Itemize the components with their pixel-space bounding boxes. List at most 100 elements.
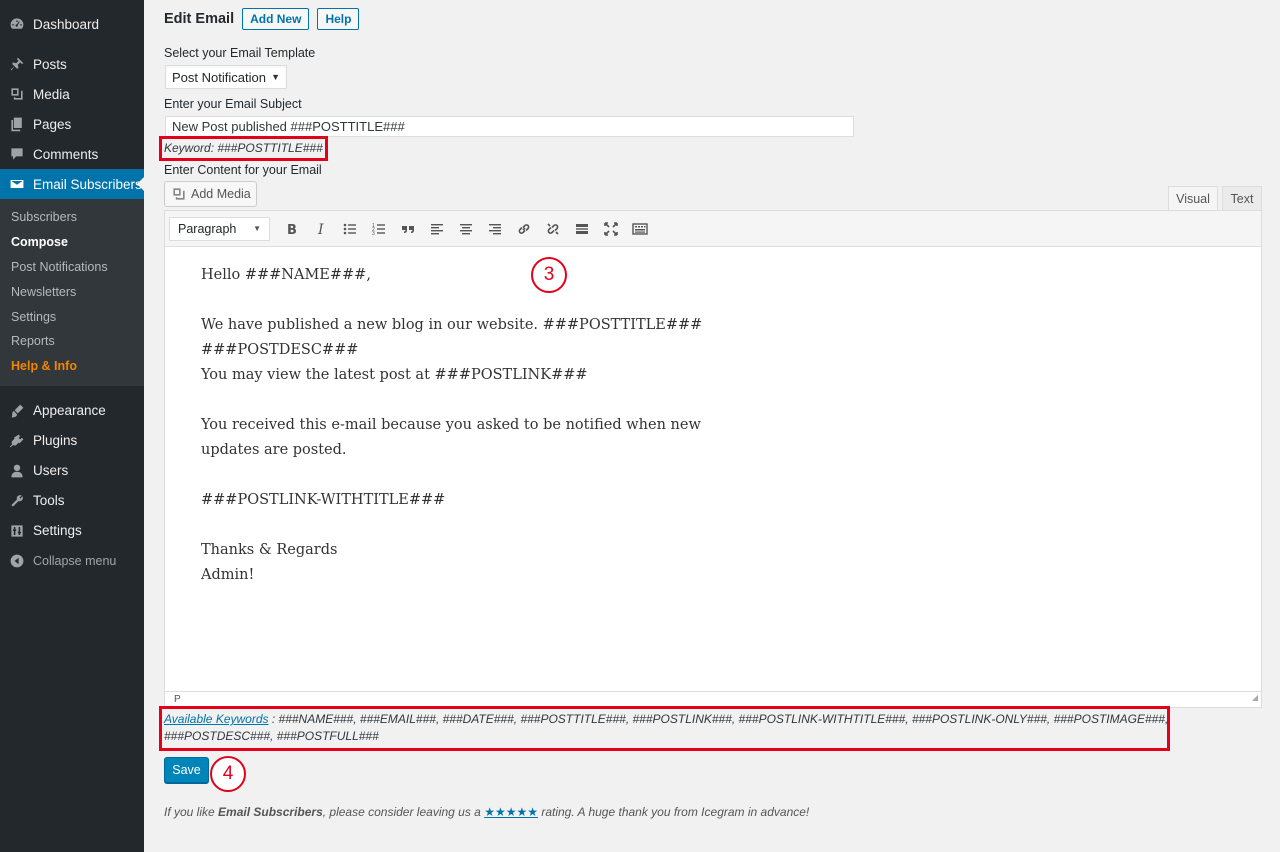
tab-text[interactable]: Text <box>1222 186 1262 211</box>
align-left-icon <box>430 223 443 234</box>
menu-item-dashboard[interactable]: Dashboard <box>0 9 144 39</box>
plugin-icon <box>8 432 26 450</box>
align-left-button[interactable] <box>422 215 451 243</box>
menu-item-posts[interactable]: Posts <box>0 49 144 79</box>
add-new-button[interactable]: Add New <box>242 8 310 30</box>
bulleted-list-button[interactable] <box>335 215 364 243</box>
quote-icon <box>401 225 414 233</box>
template-label: Select your Email Template <box>164 46 316 60</box>
read-more-icon <box>575 223 588 234</box>
submenu-help-info[interactable]: Help & Info <box>0 354 144 379</box>
remove-link-button[interactable] <box>538 215 567 243</box>
italic-icon: I <box>317 222 324 237</box>
format-select[interactable]: Paragraph ▼ <box>169 216 270 241</box>
fullscreen-button[interactable] <box>596 215 625 243</box>
content-line <box>201 513 702 538</box>
menu-item-email-subscribers[interactable]: Email Subscribers <box>0 169 144 199</box>
admin-sidebar: Dashboard Posts Media Pages Comments Ema… <box>0 0 144 852</box>
editor-statusbar: P ◢ <box>165 691 1261 707</box>
chevron-down-icon: ▼ <box>253 224 261 233</box>
menu-item-plugins[interactable]: Plugins <box>0 426 144 456</box>
annotation-marker-3: 3 <box>531 257 567 293</box>
content-line: You received this e-mail because you ask… <box>201 417 701 433</box>
comment-icon <box>8 145 26 163</box>
subject-label: Enter your Email Subject <box>164 97 302 111</box>
menu-label: Comments <box>33 146 99 162</box>
keywords-list-continued: ###POSTDESC###, ###POSTFULL### <box>164 729 379 743</box>
tab-visual[interactable]: Visual <box>1168 186 1218 211</box>
content-line: Hello ###NAME###, <box>201 267 371 283</box>
italic-button[interactable]: I <box>306 215 335 243</box>
add-media-button[interactable]: Add Media <box>164 181 257 207</box>
menu-label: Pages <box>33 116 72 132</box>
footer-plugin-name: Email Subscribers <box>218 805 323 819</box>
menu-item-media[interactable]: Media <box>0 79 144 109</box>
resize-handle-icon[interactable]: ◢ <box>1252 690 1258 705</box>
menu-label: Plugins <box>33 433 78 449</box>
content-line <box>201 463 702 488</box>
align-center-button[interactable] <box>451 215 480 243</box>
submenu-post-notifications[interactable]: Post Notifications <box>0 255 144 280</box>
unlink-icon <box>546 222 559 235</box>
rating-stars-link[interactable]: ★★★★★ <box>484 805 538 819</box>
menu-item-appearance[interactable]: Appearance <box>0 396 144 426</box>
bulleted-list-icon <box>343 223 356 234</box>
submenu-subscribers[interactable]: Subscribers <box>0 205 144 230</box>
content-editor[interactable]: Paragraph ▼ B I 123 Hello ###NAME###, We… <box>164 210 1262 708</box>
insert-link-button[interactable] <box>509 215 538 243</box>
menu-item-tools[interactable]: Tools <box>0 486 144 516</box>
menu-item-pages[interactable]: Pages <box>0 109 144 139</box>
menu-item-users[interactable]: Users <box>0 456 144 486</box>
collapse-label: Collapse menu <box>33 553 117 568</box>
dashboard-icon <box>8 15 26 33</box>
keywords-list: : ###NAME###, ###EMAIL###, ###DATE###, #… <box>268 712 1169 726</box>
email-icon <box>8 175 26 193</box>
submenu-reports[interactable]: Reports <box>0 329 144 354</box>
annotation-marker-4: 4 <box>210 756 246 792</box>
chevron-down-icon: ▼ <box>271 72 280 82</box>
keyword-hint: Keyword: ###POSTTITLE### <box>164 141 323 155</box>
menu-item-comments[interactable]: Comments <box>0 139 144 169</box>
template-select[interactable]: Post Notification ▼ <box>165 65 287 89</box>
submenu-compose[interactable]: Compose <box>0 230 144 255</box>
submenu-settings[interactable]: Settings <box>0 304 144 329</box>
numbered-list-icon: 123 <box>372 223 385 237</box>
svg-text:B: B <box>287 223 297 237</box>
content-line: ###POSTDESC### <box>201 342 359 358</box>
content-line: ###POSTLINK-WITHTITLE### <box>201 492 446 508</box>
menu-label: Tools <box>33 493 65 509</box>
align-right-button[interactable] <box>480 215 509 243</box>
add-media-label: Add Media <box>191 187 251 201</box>
blockquote-button[interactable] <box>393 215 422 243</box>
footer-prefix: If you like <box>164 805 219 819</box>
bold-button[interactable]: B <box>277 215 306 243</box>
element-path[interactable]: P <box>174 694 181 705</box>
numbered-list-button[interactable]: 123 <box>364 215 393 243</box>
wrench-icon <box>8 492 26 510</box>
read-more-button[interactable] <box>567 215 596 243</box>
template-select-value: Post Notification <box>172 69 266 85</box>
save-button[interactable]: Save <box>164 757 209 783</box>
footer-suffix: rating. A huge thank you from Icegram in… <box>537 805 810 819</box>
available-keywords-line: Available Keywords : ###NAME###, ###EMAI… <box>164 712 1168 726</box>
content-label: Enter Content for your Email <box>164 163 322 177</box>
align-right-icon <box>488 223 501 234</box>
content-line <box>201 288 702 313</box>
editor-content[interactable]: Hello ###NAME###, We have published a ne… <box>201 263 702 588</box>
collapse-icon <box>8 552 26 570</box>
align-center-icon <box>459 223 472 234</box>
content-line: updates are posted. <box>201 442 347 458</box>
submenu-newsletters[interactable]: Newsletters <box>0 279 144 304</box>
collapse-menu-button[interactable]: Collapse menu <box>0 546 144 576</box>
keyboard-icon <box>631 222 648 235</box>
add-media-icon <box>173 188 185 200</box>
menu-item-settings[interactable]: Settings <box>0 516 144 546</box>
content-line: You may view the latest post at ###POSTL… <box>201 367 588 383</box>
svg-text:I: I <box>317 222 324 237</box>
main-content: Edit Email Add New Help Select your Emai… <box>159 0 1264 852</box>
available-keywords-link[interactable]: Available Keywords <box>164 712 269 726</box>
help-button[interactable]: Help <box>317 8 360 30</box>
toolbar-toggle-button[interactable] <box>625 215 654 243</box>
subject-input[interactable] <box>165 116 854 137</box>
fullscreen-icon <box>603 221 618 236</box>
